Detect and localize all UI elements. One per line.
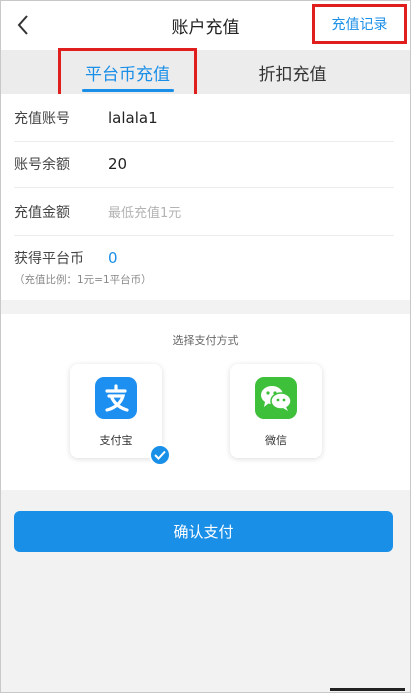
- wechat-pay-option[interactable]: 微信: [230, 364, 322, 458]
- amount-label: 充值金额: [14, 204, 70, 221]
- active-tab-indicator: [82, 89, 174, 92]
- tab-label: 平台币充值: [85, 64, 170, 85]
- wechat-pay-label: 微信: [265, 434, 287, 447]
- page-title: 账户充值: [171, 17, 240, 38]
- balance-row: 账号余额 20: [14, 140, 394, 188]
- recharge-tabs: 平台币充值 折扣充值: [0, 48, 411, 100]
- top-nav-bar: 账户充值 充值记录: [0, 0, 411, 50]
- account-row: 充值账号 lalala1: [14, 94, 394, 142]
- back-button[interactable]: [8, 10, 38, 40]
- account-label: 充值账号: [14, 110, 70, 127]
- coins-value: 0: [108, 249, 118, 267]
- balance-label: 账号余额: [14, 156, 70, 173]
- tab-discount-recharge[interactable]: 折扣充值: [230, 50, 355, 94]
- confirm-payment-button[interactable]: 确认支付: [14, 511, 393, 552]
- wechat-icon: [255, 377, 297, 419]
- alipay-icon: [95, 377, 137, 419]
- amount-input[interactable]: 最低充值1元: [108, 202, 181, 221]
- recharge-form: 充值账号 lalala1 账号余额 20 充值金额 最低充值1元 获得平台币 0…: [0, 94, 411, 300]
- exchange-ratio-note: （充值比例：1元=1平台币）: [14, 274, 152, 286]
- balance-value: 20: [108, 154, 128, 173]
- tab-label: 折扣充值: [258, 64, 327, 85]
- coins-label: 获得平台币: [14, 251, 84, 267]
- payment-method-section: 选择支付方式 支付宝 微信: [0, 314, 411, 490]
- tab-platform-coin-recharge[interactable]: 平台币充值: [58, 48, 197, 100]
- alipay-label: 支付宝: [99, 434, 133, 447]
- chevron-left-icon: [17, 15, 28, 35]
- home-indicator: [330, 688, 405, 691]
- account-value: lalala1: [108, 108, 158, 127]
- recharge-history-button[interactable]: 充值记录: [312, 4, 407, 44]
- alipay-option[interactable]: 支付宝: [70, 364, 162, 458]
- amount-row[interactable]: 充值金额 最低充值1元: [14, 188, 394, 236]
- payment-method-title: 选择支付方式: [172, 334, 239, 347]
- checkmark-icon: [149, 444, 171, 466]
